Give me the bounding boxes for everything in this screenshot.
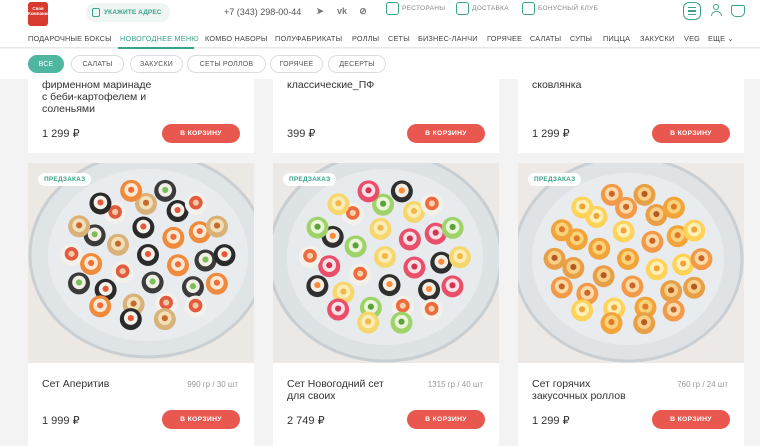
card-icon xyxy=(522,2,535,15)
delivery-link[interactable]: ДОСТАВКА xyxy=(456,2,509,15)
product-weight: 990 гр / 30 шт xyxy=(187,380,238,389)
product-title: Сет горячих закусочных роллов xyxy=(532,378,626,402)
product-photo-hot-rolls-set xyxy=(518,163,744,363)
restaurants-label: РЕСТОРАНЫ xyxy=(402,5,446,12)
add-to-cart-button[interactable]: В КОРЗИНУ xyxy=(652,410,730,429)
zen-icon[interactable]: ⊘ xyxy=(357,6,369,17)
product-title: Сет Новогодний сет для своих xyxy=(287,378,384,402)
filter-chip-salads[interactable]: САЛАТЫ xyxy=(71,55,124,73)
product-card[interactable]: сковлянка 1 299 ₽ В КОРЗИНУ xyxy=(518,79,744,153)
product-weight: 760 гр / 24 шт xyxy=(677,380,728,389)
menu-button[interactable] xyxy=(683,2,701,20)
nav-item-rolls[interactable]: РОЛЛЫ xyxy=(352,34,379,43)
product-card[interactable]: ПРЕДЗАКАЗ Сет Аперитив 990 гр / 30 шт 1 … xyxy=(28,163,254,446)
product-price: 1 299 ₽ xyxy=(532,128,570,140)
product-card[interactable]: ПРЕДЗАКАЗ Сет Новогодний сет для своих 1… xyxy=(273,163,499,446)
product-title: фирменном маринаде с беби-картофелем и с… xyxy=(42,79,152,115)
phone-number[interactable]: +7 (343) 298-00-44 xyxy=(224,7,301,17)
nav-item-veg[interactable]: VEG xyxy=(684,34,700,43)
cart-icon[interactable] xyxy=(731,5,745,17)
product-card[interactable]: ПРЕДЗАКАЗ Сет горячих закусочных роллов … xyxy=(518,163,744,446)
product-price: 1 299 ₽ xyxy=(532,415,570,427)
delivery-label: ДОСТАВКА xyxy=(472,5,509,12)
product-photo-set-aperitiv xyxy=(28,163,254,363)
address-button[interactable]: УКАЖИТЕ АДРЕС xyxy=(86,3,170,22)
add-to-cart-button[interactable]: В КОРЗИНУ xyxy=(162,124,240,143)
nav-item-salads[interactable]: САЛАТЫ xyxy=(530,34,561,43)
product-price: 399 ₽ xyxy=(287,128,316,140)
address-label: УКАЖИТЕ АДРЕС xyxy=(104,9,162,16)
nav-item-sets[interactable]: СЕТЫ xyxy=(388,34,410,43)
user-icon[interactable] xyxy=(710,4,722,18)
nav-item-gift-boxes[interactable]: ПОДАРОЧНЫЕ БОКСЫ xyxy=(28,34,112,43)
nav-item-new-year-menu[interactable]: НОВОГОДНЕЕ МЕНЮ xyxy=(120,34,199,43)
add-to-cart-button[interactable]: В КОРЗИНУ xyxy=(407,410,485,429)
product-price: 1 299 ₽ xyxy=(42,128,80,140)
product-card[interactable]: классические_ПФ 399 ₽ В КОРЗИНУ xyxy=(273,79,499,153)
restaurants-link[interactable]: РЕСТОРАНЫ xyxy=(386,2,445,15)
product-price: 2 749 ₽ xyxy=(287,415,325,427)
dish-icon xyxy=(386,2,399,15)
filter-chip-roll-sets[interactable]: СЕТЫ РОЛЛОВ xyxy=(187,55,266,73)
add-to-cart-button[interactable]: В КОРЗИНУ xyxy=(407,124,485,143)
category-nav: ПОДАРОЧНЫЕ БОКСЫ НОВОГОДНЕЕ МЕНЮ КОМБО Н… xyxy=(0,28,760,48)
filter-bar: ВСЕ САЛАТЫ ЗАКУСКИ СЕТЫ РОЛЛОВ ГОРЯЧЕЕ Д… xyxy=(0,49,760,79)
preorder-badge: ПРЕДЗАКАЗ xyxy=(528,173,582,186)
location-icon xyxy=(92,8,100,17)
site-header: Своя Компания УКАЖИТЕ АДРЕС +7 (343) 298… xyxy=(0,0,760,28)
filter-chip-desserts[interactable]: ДЕСЕРТЫ xyxy=(328,55,386,73)
filter-chip-snacks[interactable]: ЗАКУСКИ xyxy=(130,55,183,73)
preorder-badge: ПРЕДЗАКАЗ xyxy=(283,173,337,186)
filter-chip-all[interactable]: ВСЕ xyxy=(28,55,64,73)
logo[interactable]: Своя Компания xyxy=(28,2,51,26)
nav-item-pizza[interactable]: ПИЦЦА xyxy=(603,34,630,43)
nav-item-soups[interactable]: СУПЫ xyxy=(570,34,592,43)
product-title: Сет Аперитив xyxy=(42,378,110,390)
bonus-club-label: БОНУСНЫЙ КЛУБ xyxy=(538,5,599,12)
product-title: сковлянка xyxy=(532,79,582,91)
nav-item-semi-finished[interactable]: ПОЛУФАБРИКАТЫ xyxy=(275,34,342,43)
add-to-cart-button[interactable]: В КОРЗИНУ xyxy=(162,410,240,429)
product-price: 1 999 ₽ xyxy=(42,415,80,427)
telegram-icon[interactable]: ➤ xyxy=(314,6,326,17)
add-to-cart-button[interactable]: В КОРЗИНУ xyxy=(652,124,730,143)
nav-item-more[interactable]: ЕЩЕ ⌄ xyxy=(708,34,734,43)
preorder-badge: ПРЕДЗАКАЗ xyxy=(38,173,92,186)
product-card[interactable]: фирменном маринаде с беби-картофелем и с… xyxy=(28,79,254,153)
product-photo-new-year-set xyxy=(273,163,499,363)
nav-item-snacks[interactable]: ЗАКУСКИ xyxy=(640,34,674,43)
filter-chip-hot[interactable]: ГОРЯЧЕЕ xyxy=(270,55,323,73)
nav-item-business-lunch[interactable]: БИЗНЕС-ЛАНЧИ xyxy=(418,34,478,43)
vk-icon[interactable]: vk xyxy=(336,6,348,17)
product-title: классические_ПФ xyxy=(287,79,375,91)
nav-item-hot[interactable]: ГОРЯЧЕЕ xyxy=(487,34,522,43)
nav-item-combo[interactable]: КОМБО НАБОРЫ xyxy=(205,34,268,43)
logo-text: Своя Компания xyxy=(28,6,51,16)
bonus-club-link[interactable]: БОНУСНЫЙ КЛУБ xyxy=(522,2,598,15)
product-weight: 1315 гр / 40 шт xyxy=(427,380,483,389)
bag-icon xyxy=(456,2,469,15)
